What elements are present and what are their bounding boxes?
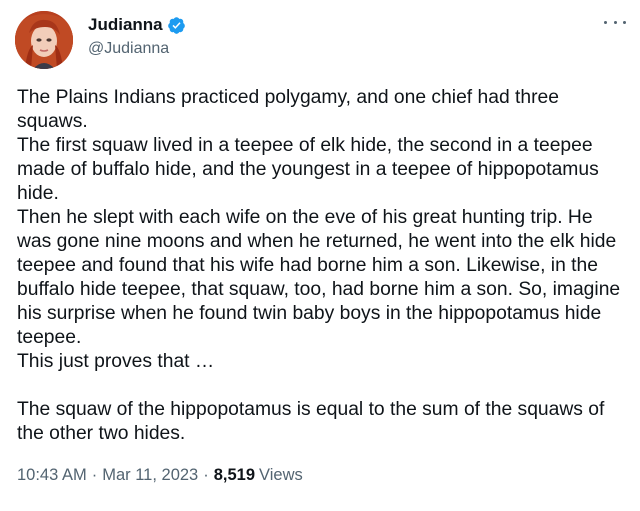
tweet-text: The Plains Indians practiced polygamy, a… [17, 87, 621, 444]
more-horizontal-icon[interactable] [604, 14, 626, 30]
tweet-time[interactable]: 10:43 AM [17, 466, 87, 485]
more-dot [604, 20, 607, 24]
author-handle[interactable]: @Judianna [88, 40, 169, 58]
author-display-name[interactable]: Judianna [88, 15, 163, 35]
tweet-date[interactable]: Mar 11, 2023 [102, 466, 198, 485]
author-name-row: Judianna [88, 14, 186, 36]
meta-separator: · [91, 466, 98, 484]
more-dot [623, 20, 626, 24]
more-dot [613, 20, 617, 24]
tweet-meta: 10:43 AM · Mar 11, 2023 · 8,519 Views [17, 466, 303, 485]
views-count[interactable]: 8,519 [214, 466, 255, 485]
avatar-image [15, 11, 73, 69]
tweet: Judianna @Judianna The Plains Indians pr… [0, 0, 640, 511]
avatar[interactable] [15, 11, 73, 69]
views-label[interactable]: Views [259, 466, 303, 485]
verified-badge-icon[interactable] [167, 16, 186, 35]
meta-separator: · [203, 466, 209, 484]
